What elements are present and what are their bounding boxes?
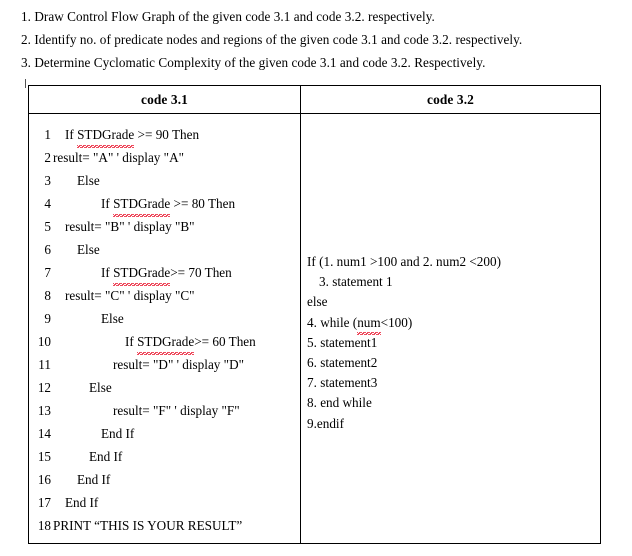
- code-line-number: 8: [44, 288, 51, 303]
- code-line-text: 7. statement3: [307, 375, 378, 391]
- code-line-text: result= "A" ' display "A": [53, 150, 184, 165]
- code-line-text: Else: [77, 242, 100, 257]
- code-line-number: 1: [44, 127, 51, 142]
- code-line: 4. while (num<100): [307, 313, 606, 335]
- code-line: 18 PRINT “THIS IS YOUR RESULT”: [29, 514, 300, 537]
- instruction-line: 1. Draw Control Flow Graph of the given …: [21, 9, 435, 24]
- code-line-text: 9.endif: [307, 415, 344, 431]
- column-header-code-3-1: code 3.1: [29, 86, 301, 113]
- code-line-text: 8. end while: [307, 395, 372, 411]
- code-line-text: else: [307, 294, 328, 310]
- spellcheck-underlined-word: STDGrade: [113, 261, 171, 286]
- table-header-row: code 3.1 code 3.2: [29, 86, 600, 114]
- code-line-text: End If: [89, 449, 123, 464]
- spellcheck-underlined-word: STDGrade: [137, 330, 195, 355]
- spellcheck-underlined-word: num: [357, 313, 382, 335]
- code-line-text: result= "F" ' display "F": [113, 403, 240, 418]
- code-line-number: 10: [37, 334, 51, 349]
- code-line-text: 6. statement2: [307, 354, 378, 370]
- code-line: 6 Else: [29, 238, 300, 261]
- code-comparison-table: code 3.1 code 3.2 1 If STDGrade >= 90 The…: [28, 85, 601, 544]
- code-3-2-listing: If (1. num1 >100 and 2. num2 <200) 3. sta…: [307, 252, 606, 434]
- code-line: 9.endif: [307, 414, 606, 434]
- code-line: 12 Else: [29, 376, 300, 399]
- code-line: 5 result= "B" ' display "B": [29, 215, 300, 238]
- code-line-number: 17: [37, 495, 51, 510]
- code-line: 9 Else: [29, 307, 300, 330]
- code-line-number: 3: [44, 173, 51, 188]
- code-line: else: [307, 292, 606, 312]
- code-line-text: result= "B" ' display "B": [65, 219, 195, 234]
- code-line: 3 Else: [29, 169, 300, 192]
- code-line: 7 If STDGrade>= 70 Then: [29, 261, 300, 286]
- code-3-1-listing: 1 If STDGrade >= 90 Then 2 result= "A" ' di…: [29, 123, 300, 537]
- code-line: If (1. num1 >100 and 2. num2 <200): [307, 252, 606, 272]
- code-line: 1 If STDGrade >= 90 Then: [29, 123, 300, 148]
- column-header-code-3-2: code 3.2: [427, 91, 474, 107]
- code-line: 8. end while: [307, 393, 606, 413]
- code-line-number: 15: [37, 449, 51, 464]
- code-line: 2 result= "A" ' display "A": [29, 146, 300, 169]
- code-line-text: If: [101, 265, 114, 280]
- code-line: 5. statement1: [307, 333, 606, 353]
- code-line-text: End If: [65, 495, 99, 510]
- instruction-line: 3. Determine Cyclomatic Complexity of th…: [21, 55, 486, 70]
- code-line-text: result= "D" ' display "D": [113, 357, 244, 372]
- code-line-number: 4: [44, 196, 51, 211]
- code-line: 7. statement3: [307, 373, 606, 393]
- code-line-text: 3. statement 1: [319, 274, 393, 290]
- code-line-text: Else: [77, 173, 100, 188]
- code-line-number: 7: [44, 265, 51, 280]
- code-line: 17 End If: [29, 491, 300, 514]
- code-line: 8 result= "C" ' display "C": [29, 284, 300, 307]
- code-line-text-tail: >= 90 Then: [134, 127, 200, 142]
- code-line-number: 14: [37, 426, 51, 441]
- code-line-number: 6: [44, 242, 51, 257]
- code-line: 13 result= "F" ' display "F": [29, 399, 300, 422]
- code-line-text: result= "C" ' display "C": [65, 288, 195, 303]
- code-line: 14 End If: [29, 422, 300, 445]
- code-line-text: PRINT “THIS IS YOUR RESULT”: [53, 518, 243, 533]
- cell-code-3-1: 1 If STDGrade >= 90 Then 2 result= "A" ' di…: [29, 114, 301, 543]
- stray-tick-mark: [25, 79, 26, 88]
- code-line-text-tail: <100): [380, 314, 413, 330]
- code-line-number: 9: [44, 311, 51, 326]
- cell-code-3-2: If (1. num1 >100 and 2. num2 <200) 3. sta…: [301, 114, 600, 543]
- spellcheck-underlined-word: STDGrade: [113, 192, 171, 217]
- code-line-number: 18: [37, 518, 51, 533]
- code-line-number: 13: [37, 403, 51, 418]
- code-line-text-tail: >= 80 Then: [170, 196, 236, 211]
- instruction-line: 2. Identify no. of predicate nodes and r…: [21, 32, 523, 47]
- code-line: 16 End If: [29, 468, 300, 491]
- code-line-text: 5. statement1: [307, 334, 378, 350]
- instructions-list: 1. Draw Control Flow Graph of the given …: [21, 5, 621, 74]
- code-line-number: 5: [44, 219, 51, 234]
- code-line-number: 12: [37, 380, 51, 395]
- code-line-text: If: [125, 334, 138, 349]
- code-line-text: 4. while (: [307, 314, 358, 330]
- code-line-number: 16: [37, 472, 51, 487]
- code-line-text: Else: [89, 380, 112, 395]
- code-line: 11 result= "D" ' display "D": [29, 353, 300, 376]
- table-body-row: 1 If STDGrade >= 90 Then 2 result= "A" ' di…: [29, 114, 600, 543]
- code-line-number: 2: [44, 150, 51, 165]
- code-line-text: If: [101, 196, 114, 211]
- code-line-text: If: [65, 127, 78, 142]
- code-line: 15 End If: [29, 445, 300, 468]
- spellcheck-underlined-word: STDGrade: [77, 123, 135, 148]
- code-line-text: Else: [101, 311, 124, 326]
- code-line-text: If (1. num1 >100 and 2. num2 <200): [307, 254, 501, 269]
- code-line-text: End If: [77, 472, 111, 487]
- code-line-text-tail: >= 70 Then: [170, 265, 232, 280]
- code-line-text: End If: [101, 426, 135, 441]
- code-line-text-tail: >= 60 Then: [194, 334, 256, 349]
- code-line: 10 If STDGrade>= 60 Then: [29, 330, 300, 355]
- code-line: 4 If STDGrade >= 80 Then: [29, 192, 300, 217]
- code-line-number: 11: [38, 357, 51, 372]
- code-line: 3. statement 1: [307, 272, 606, 292]
- code-line: 6. statement2: [307, 353, 606, 373]
